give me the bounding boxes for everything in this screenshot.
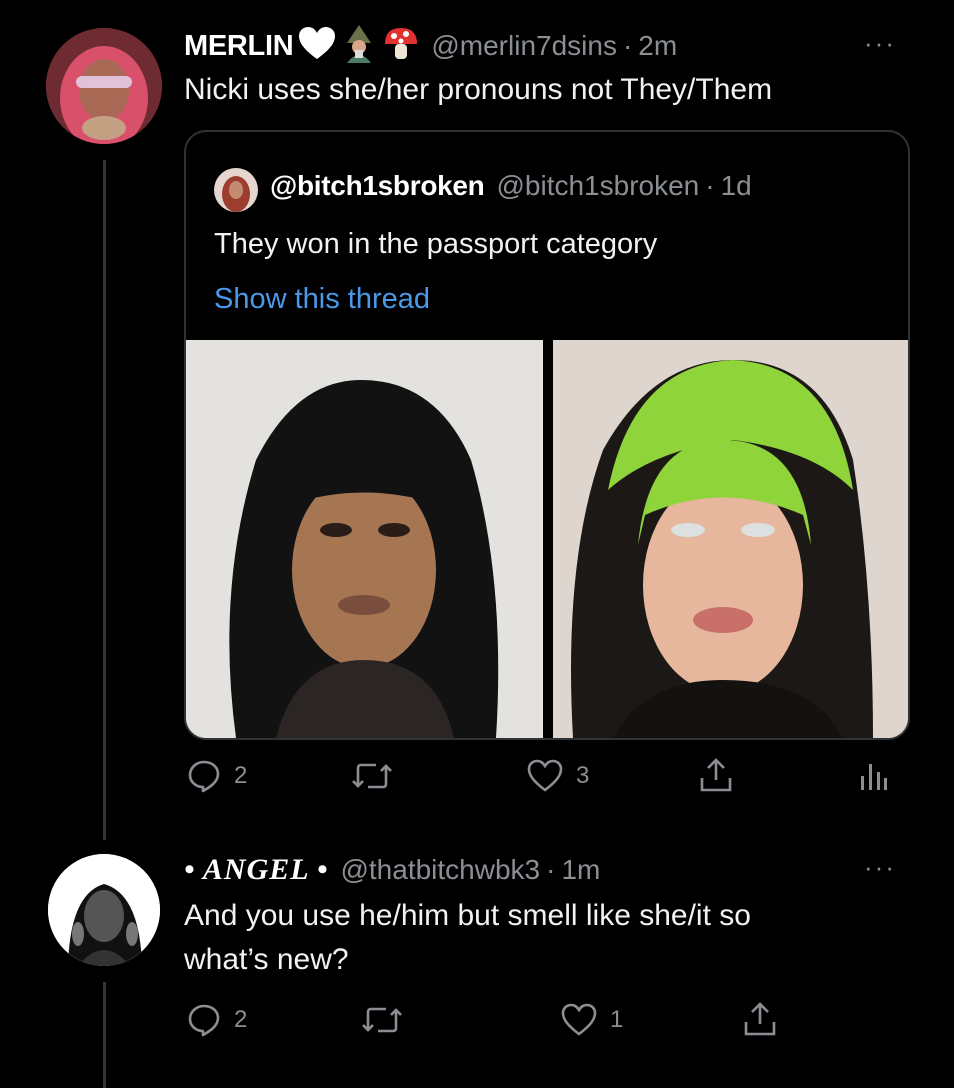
retweet-icon xyxy=(350,758,394,794)
tweet-text-line2: what’s new? xyxy=(184,943,349,976)
reply-button[interactable]: 2 xyxy=(186,1002,247,1038)
thread-line-bottom xyxy=(103,982,106,1088)
reply-count: 2 xyxy=(234,1006,248,1033)
mage-icon xyxy=(341,24,377,68)
tweet2-header: • ANGEL • @thatbitchwbk3 · 1m xyxy=(184,852,600,888)
tweet1-header: MERLIN @merlin7dsins · 2m xyxy=(184,24,677,67)
reply-icon xyxy=(186,758,222,794)
mushroom-icon xyxy=(383,26,419,67)
heart-icon xyxy=(560,1002,598,1038)
reply-button[interactable]: 2 xyxy=(186,758,247,794)
quote-timestamp[interactable]: 1d xyxy=(721,170,752,202)
separator-dot: · xyxy=(622,30,633,61)
quote-photo-left[interactable] xyxy=(186,340,543,738)
like-count: 3 xyxy=(576,762,590,789)
share-icon xyxy=(698,756,734,794)
author-name[interactable]: MERLIN xyxy=(184,30,294,63)
author-name[interactable]: • ANGEL • xyxy=(184,853,328,887)
share-button[interactable] xyxy=(742,1000,778,1038)
quote-author-handle[interactable]: @bitch1sbroken xyxy=(496,170,699,202)
analytics-icon xyxy=(858,758,888,794)
quote-tweet-card[interactable]: @bitch1sbroken @bitch1sbroken · 1d They … xyxy=(184,130,910,740)
retweet-button[interactable] xyxy=(360,1002,404,1038)
avatar-angel[interactable] xyxy=(48,854,160,966)
quote-author-name[interactable]: @bitch1sbroken xyxy=(270,170,485,202)
timestamp[interactable]: 2m xyxy=(638,30,677,62)
separator-dot: · xyxy=(546,854,556,885)
more-options-button[interactable]: ··· xyxy=(864,852,896,883)
heart-icon xyxy=(526,758,564,794)
tweet-text: Nicki uses she/her pronouns not They/The… xyxy=(184,73,773,106)
like-count: 1 xyxy=(610,1006,624,1033)
share-icon xyxy=(742,1000,778,1038)
analytics-button[interactable] xyxy=(858,758,888,794)
quote-text: They won in the passport category xyxy=(214,228,658,260)
more-options-button[interactable]: ··· xyxy=(864,28,896,59)
reply-icon xyxy=(186,1002,222,1038)
retweet-icon xyxy=(360,1002,404,1038)
tweet-text-line1: And you use he/him but smell like she/it… xyxy=(184,899,751,932)
white-heart-icon xyxy=(297,26,337,67)
timestamp[interactable]: 1m xyxy=(561,854,600,886)
quote-header: @bitch1sbroken @bitch1sbroken · 1d xyxy=(270,170,752,202)
author-handle[interactable]: @merlin7dsins xyxy=(431,30,617,62)
thread-line-top xyxy=(103,160,106,840)
like-button[interactable]: 3 xyxy=(526,758,589,794)
quote-photo-right[interactable] xyxy=(553,340,908,738)
avatar-merlin[interactable] xyxy=(46,28,162,144)
retweet-button[interactable] xyxy=(350,758,394,794)
author-handle[interactable]: @thatbitchwbk3 xyxy=(340,854,540,886)
separator-dot: · xyxy=(705,170,715,201)
reply-count: 2 xyxy=(234,762,248,789)
avatar-bitch1sbroken[interactable] xyxy=(214,168,258,212)
share-button[interactable] xyxy=(698,756,734,794)
show-thread-link[interactable]: Show this thread xyxy=(214,277,430,321)
like-button[interactable]: 1 xyxy=(560,1002,623,1038)
